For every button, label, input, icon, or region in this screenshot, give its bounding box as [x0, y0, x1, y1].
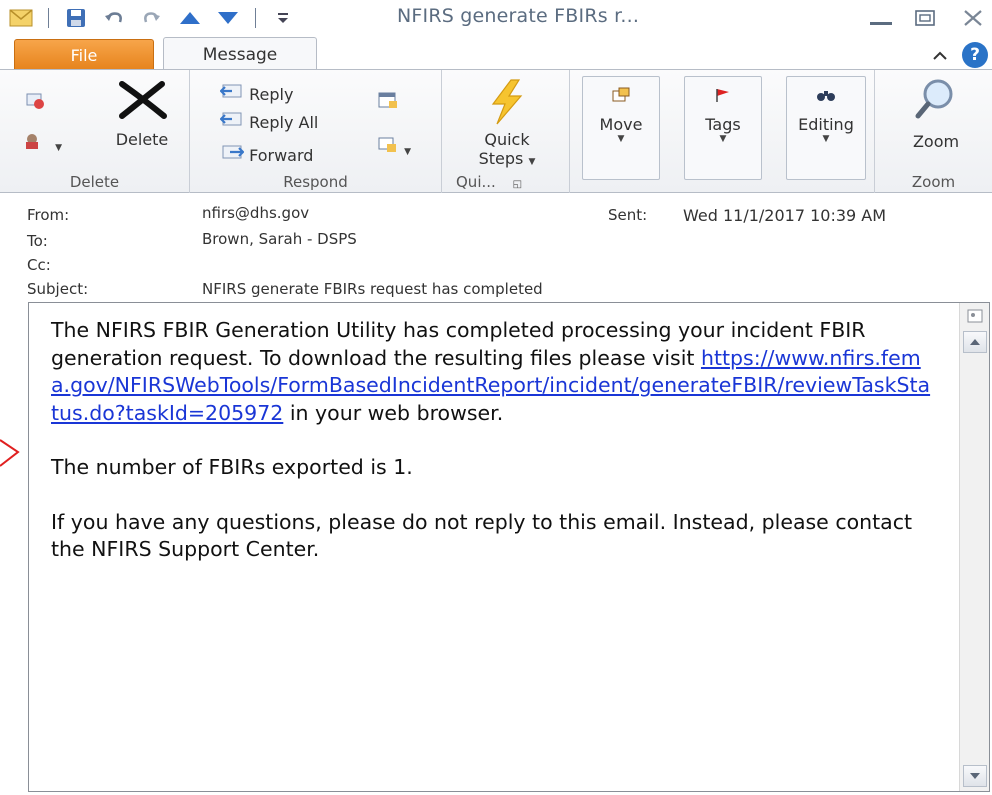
reply-all-label: Reply All	[249, 113, 319, 132]
minimize-ribbon-chevron-up-icon[interactable]	[932, 46, 948, 65]
save-icon[interactable]	[63, 7, 89, 29]
reply-icon	[219, 84, 244, 104]
vertical-scrollbar[interactable]	[959, 303, 989, 791]
delete-button-label: Delete	[115, 130, 169, 149]
next-item-down-arrow-icon[interactable]	[215, 7, 241, 29]
title-bar: NFIRS generate FBIRs r...	[0, 0, 992, 36]
message-header: From: nfirs@dhs.gov Sent: Wed 11/1/2017 …	[0, 194, 992, 302]
undo-icon[interactable]	[101, 7, 127, 29]
mail-envelope-icon[interactable]	[8, 7, 34, 29]
editing-label: Editing	[798, 115, 854, 134]
customize-qat-dropdown-icon[interactable]	[270, 7, 296, 29]
meeting-reply-icon[interactable]	[377, 90, 399, 114]
cleanup-dropdown[interactable]: ▼	[24, 132, 62, 154]
quick-steps-group: Quick Steps ▼ Qui... ◱	[442, 70, 570, 193]
zoom-group: Zoom Zoom	[874, 70, 992, 193]
reply-all-icon	[219, 112, 244, 132]
cc-label: Cc:	[27, 256, 51, 274]
message-paragraph-3: If you have any questions, please do not…	[51, 509, 913, 562]
forward-button[interactable]: Forward	[220, 143, 313, 165]
message-paragraph-2: The number of FBIRs exported is 1.	[51, 455, 413, 479]
from-value[interactable]: nfirs@dhs.gov	[202, 204, 309, 222]
zoom-label: Zoom	[912, 132, 960, 151]
restore-icon[interactable]	[910, 6, 940, 30]
message-body[interactable]: The NFIRS FBIR Generation Utility has co…	[28, 302, 990, 792]
minimize-icon[interactable]	[866, 6, 896, 30]
forward-icon	[220, 145, 245, 165]
reply-all-button[interactable]: Reply All	[219, 110, 319, 132]
ribbon-tabs: File Message ?	[0, 36, 992, 71]
paragraph-1-tail: in your web browser.	[289, 400, 504, 425]
zoom-group-label: Zoom	[911, 173, 956, 191]
reply-label: Reply	[249, 85, 294, 104]
tab-message[interactable]: Message	[163, 37, 317, 71]
ignore-icon[interactable]	[24, 90, 46, 114]
scroll-down-button[interactable]	[963, 765, 987, 787]
dialog-launcher-icon[interactable]: ◱	[513, 179, 522, 190]
move-button[interactable]: Move ▼	[582, 76, 660, 180]
more-respond-dropdown[interactable]: ▼	[377, 136, 411, 158]
message-paragraph-1: The NFIRS FBIR Generation Utility has co…	[51, 317, 931, 427]
binoculars-icon	[787, 87, 865, 107]
help-area: ?	[932, 42, 988, 68]
scroll-up-button[interactable]	[963, 331, 987, 353]
qat-separator-2	[255, 8, 256, 28]
forward-label: Forward	[249, 146, 314, 165]
to-value[interactable]: Brown, Sarah - DSPS	[202, 230, 357, 248]
quick-steps-label-2: Steps	[478, 149, 524, 168]
annotation-arrow-icon	[0, 438, 22, 468]
quick-steps-label-text: Qui...	[456, 173, 496, 191]
magnifier-icon	[889, 76, 983, 124]
editing-button[interactable]: Editing ▼	[786, 76, 866, 180]
tags-label: Tags	[705, 115, 741, 134]
subject-value: NFIRS generate FBIRs request has complet…	[202, 280, 543, 298]
quick-steps-button[interactable]: Quick Steps ▼	[462, 78, 552, 171]
redo-icon[interactable]	[139, 7, 165, 29]
quick-access-toolbar	[8, 4, 308, 32]
zoom-button[interactable]: Zoom	[889, 76, 983, 151]
lightning-bolt-icon	[462, 78, 552, 130]
sent-label: Sent:	[608, 206, 648, 224]
tags-button[interactable]: Tags ▼	[684, 76, 762, 180]
move-tags-editing-group: Move ▼ Tags ▼ Editing ▼	[570, 70, 874, 193]
respond-group: Reply Reply All Forward ▼ Respond	[190, 70, 442, 193]
message-text: The NFIRS FBIR Generation Utility has co…	[51, 317, 931, 591]
tab-file[interactable]: File	[14, 39, 154, 70]
flag-icon	[685, 87, 761, 107]
move-label: Move	[599, 115, 643, 134]
sent-value: Wed 11/1/2017 10:39 AM	[683, 206, 887, 225]
delete-group: ▼ Delete Delete	[0, 70, 190, 193]
ribbon: ▼ Delete Delete Reply Reply All Forward	[0, 69, 992, 193]
delete-button[interactable]: Delete	[104, 80, 180, 149]
help-icon[interactable]: ?	[962, 42, 988, 68]
window-title: NFIRS generate FBIRs r...	[397, 5, 640, 27]
qat-separator	[48, 8, 49, 28]
quick-steps-group-label: Qui... ◱	[442, 173, 569, 191]
quick-steps-label-1: Quick	[484, 130, 530, 149]
subject-label: Subject:	[27, 280, 89, 298]
move-icon	[583, 87, 659, 107]
delete-x-icon	[104, 80, 180, 124]
close-icon[interactable]	[958, 6, 988, 30]
people-pane-icon[interactable]	[963, 305, 987, 327]
to-label: To:	[27, 232, 48, 250]
delete-group-label: Delete	[69, 173, 120, 191]
previous-item-up-arrow-icon[interactable]	[177, 7, 203, 29]
from-label: From:	[27, 206, 70, 224]
respond-group-label: Respond	[283, 173, 348, 191]
reply-button[interactable]: Reply	[219, 82, 294, 104]
